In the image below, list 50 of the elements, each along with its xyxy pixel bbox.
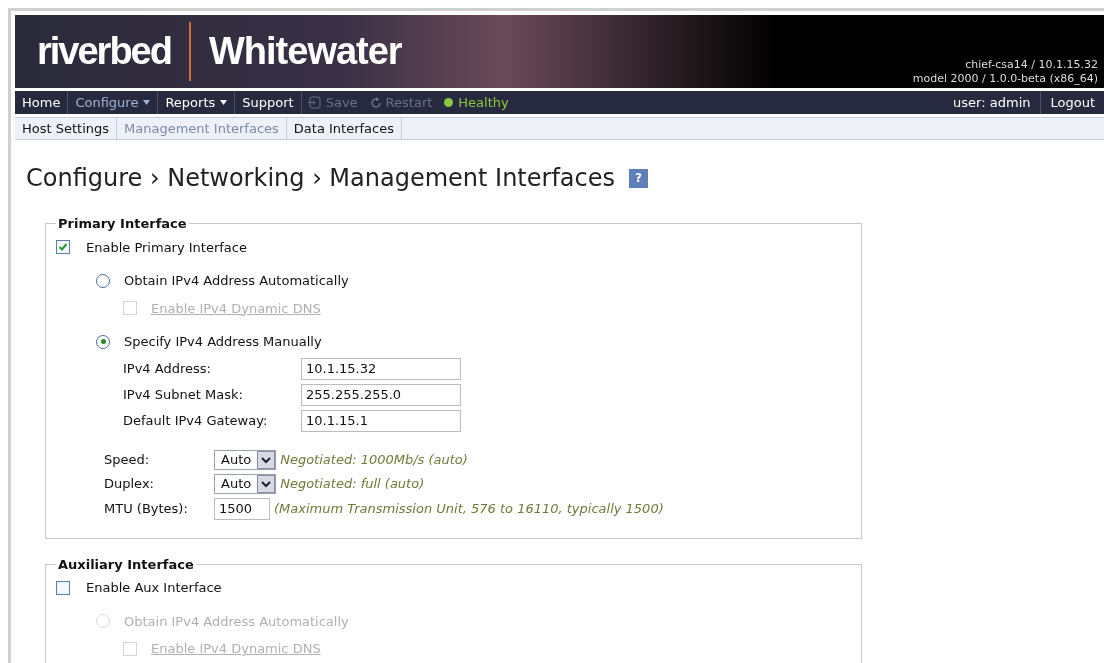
dropdown[interactable]: Auto [214,473,277,494]
restart-icon [369,96,382,109]
checkbox-label: Enable Primary Interface [86,238,247,257]
dropdown[interactable]: Auto [214,449,277,470]
field-label: Default IPv4 Gateway: [123,411,269,430]
field-label: MTU (Bytes): [104,499,189,518]
checkbox[interactable] [56,240,70,255]
hint-text: (Maximum Transmission Unit, 576 to 16110, typically 1500) [274,499,664,518]
chevron-down-icon [257,450,276,469]
field-label: IPv4 Address: [123,359,212,378]
checkbox[interactable] [56,580,70,595]
user-label: user: admin [943,91,1042,114]
product-name: Whitewater [208,29,402,74]
page-title: Configure › Networking › Management Interfaces [26,163,616,194]
help-button[interactable]: ? [629,168,649,188]
text-field[interactable]: 10.1.15.32 [301,357,461,380]
checkbox-label: Enable Aux Interface [86,579,222,597]
nav-menu-item[interactable]: Support [235,91,302,114]
section-title: Primary Interface [57,215,188,233]
radio-label: Specify IPv4 Address Manually [124,333,322,351]
caret-icon [220,100,228,105]
checkbox-label: Enable IPv4 Dynamic DNS [151,640,321,658]
logout-link[interactable]: Logout [1041,91,1104,114]
section-title: Auxiliary Interface [57,555,195,574]
checkmark-icon [58,242,68,253]
chevron-down-icon [257,474,276,493]
field-label: Speed: [104,450,151,469]
field-label: Duplex: [104,474,155,493]
host-info: chief-csa14 / 10.1.15.32 [965,58,1098,72]
radio-button[interactable] [96,334,110,349]
radio-label: Obtain IPv4 Address Automatically [124,612,349,631]
nav-menu-item[interactable]: Home [15,91,69,114]
model-info: model 2000 / 1.0.0-beta (x86_64) [912,72,1098,86]
hint-text: Negotiated: full (auto) [280,474,425,493]
save-icon [307,96,322,109]
status-indicator: Healthy [438,91,515,114]
caret-icon [143,100,151,105]
nav-menu-item[interactable]: Reports [158,91,236,114]
brand-logo: riverbed [37,29,171,74]
text-field[interactable]: 10.1.15.1 [301,409,461,432]
text-field[interactable]: 255.255.255.0 [301,383,461,406]
subtab[interactable]: Data Interfaces [286,118,402,139]
radio-button[interactable] [96,273,110,288]
checkbox-label: Enable IPv4 Dynamic DNS [151,299,321,318]
field-label: IPv4 Subnet Mask: [123,385,244,404]
radio-label: Obtain IPv4 Address Automatically [124,272,349,290]
text-field[interactable]: 1500 [214,497,270,520]
hint-text: Negotiated: 1000Mb/s (auto) [280,450,468,469]
subtab[interactable]: Host Settings [15,118,118,139]
nav-menu-item[interactable]: Configure [68,91,159,114]
